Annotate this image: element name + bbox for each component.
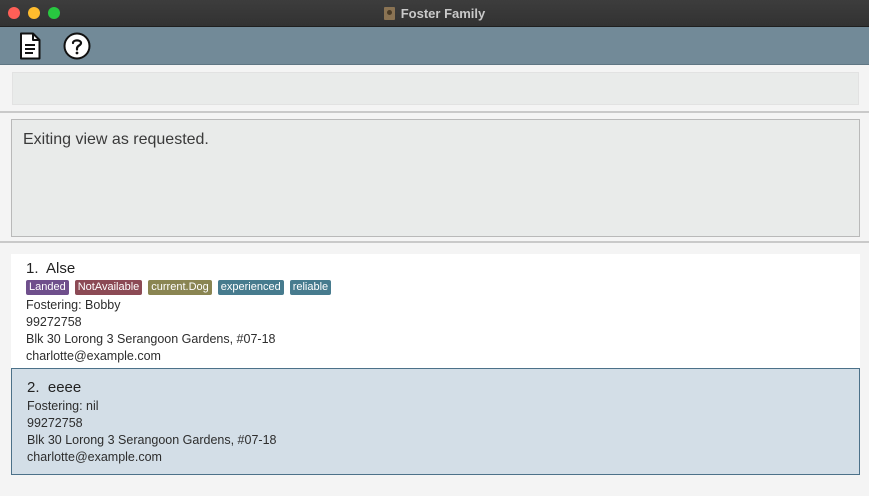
- app-window: Foster Family Exiting view as requested.: [0, 0, 869, 496]
- help-icon: [63, 32, 91, 60]
- file-menu-button[interactable]: [15, 31, 45, 61]
- command-box-area: [0, 65, 869, 113]
- tag-reliable: reliable: [289, 280, 332, 295]
- title-bar: Foster Family: [0, 0, 869, 27]
- tag-notavailable: NotAvailable: [74, 280, 143, 295]
- person-name: Alse: [46, 260, 76, 277]
- person-phone: 99272758: [26, 315, 82, 329]
- tag-landed: Landed: [26, 280, 69, 295]
- person-name-row: 1. Alse: [26, 260, 860, 278]
- file-icon: [20, 32, 41, 60]
- window-title: Foster Family: [400, 6, 486, 21]
- person-index: 1.: [26, 260, 39, 277]
- person-fostering: Fostering: Bobby: [26, 298, 121, 312]
- person-name: eeee: [47, 379, 82, 396]
- person-name-row: 2. eeee: [27, 379, 859, 397]
- tag-list: Landed NotAvailable current.Dog experien…: [26, 280, 860, 297]
- person-fostering: Fostering: nil: [27, 399, 99, 413]
- person-list[interactable]: 1. Alse Landed NotAvailable current.Dog …: [0, 245, 869, 496]
- tag-experienced: experienced: [217, 280, 284, 295]
- menu-toolbar: [0, 27, 869, 65]
- result-display: Exiting view as requested.: [11, 119, 860, 237]
- result-display-area: Exiting view as requested.: [0, 115, 869, 243]
- help-menu-button[interactable]: [62, 31, 92, 61]
- person-address: Blk 30 Lorong 3 Serangoon Gardens, #07-1…: [26, 332, 276, 346]
- person-phone: 99272758: [27, 416, 83, 430]
- person-card[interactable]: 1. Alse Landed NotAvailable current.Dog …: [11, 254, 860, 368]
- tag-current-dog: current.Dog: [148, 280, 212, 295]
- command-input[interactable]: [12, 72, 859, 105]
- person-email: charlotte@example.com: [26, 349, 161, 363]
- person-index: 2.: [27, 379, 40, 396]
- person-address: Blk 30 Lorong 3 Serangoon Gardens, #07-1…: [27, 433, 277, 447]
- person-email: charlotte@example.com: [27, 450, 162, 464]
- person-card-selected[interactable]: 2. eeee Fostering: nil 99272758 Blk 30 L…: [11, 368, 860, 475]
- app-icon: [383, 7, 395, 20]
- title-wrap: Foster Family: [0, 0, 869, 27]
